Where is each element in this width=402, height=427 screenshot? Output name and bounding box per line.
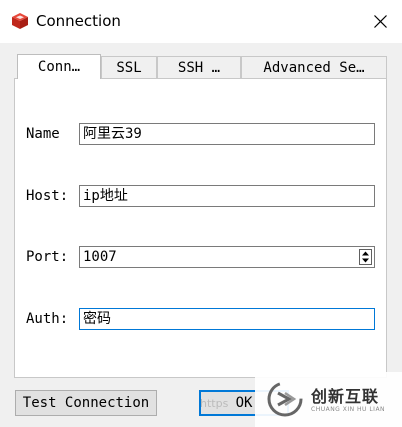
port-spin-buttons[interactable] xyxy=(359,249,372,265)
test-connection-button[interactable]: Test Connection xyxy=(15,390,157,416)
port-value: 1007 xyxy=(83,249,117,265)
port-label: Port: xyxy=(26,249,69,265)
host-label: Host: xyxy=(26,188,69,204)
port-spinbox[interactable]: 1007 xyxy=(79,246,375,268)
close-button[interactable] xyxy=(364,6,396,36)
spin-down-icon[interactable] xyxy=(360,257,371,264)
tab-ssl[interactable]: SSL xyxy=(101,56,157,78)
watermark-brand-cn: 创新互联 xyxy=(311,387,380,406)
name-input[interactable]: 阿里云39 xyxy=(79,123,375,145)
watermark-url: https xyxy=(200,397,229,410)
redis-cube-icon xyxy=(12,13,28,29)
watermark-brand-en: CHUANG XIN HU LIAN xyxy=(311,406,386,413)
title-bar: Connection xyxy=(0,0,402,43)
spin-up-icon[interactable] xyxy=(360,250,371,257)
auth-label: Auth: xyxy=(26,311,69,327)
brand-logo-icon xyxy=(267,381,303,417)
close-icon xyxy=(373,14,387,28)
name-label: Name xyxy=(26,126,60,142)
host-input[interactable]: ip地址 xyxy=(79,185,375,207)
tab-advanced-settings[interactable]: Advanced Se… xyxy=(241,56,387,78)
tab-connection[interactable]: Conn… xyxy=(17,54,101,79)
auth-input[interactable]: 密码 xyxy=(79,308,375,330)
window-title: Connection xyxy=(36,12,121,30)
watermark: 创新互联 CHUANG XIN HU LIAN xyxy=(255,372,402,427)
tab-ssh[interactable]: SSH … xyxy=(157,56,241,78)
